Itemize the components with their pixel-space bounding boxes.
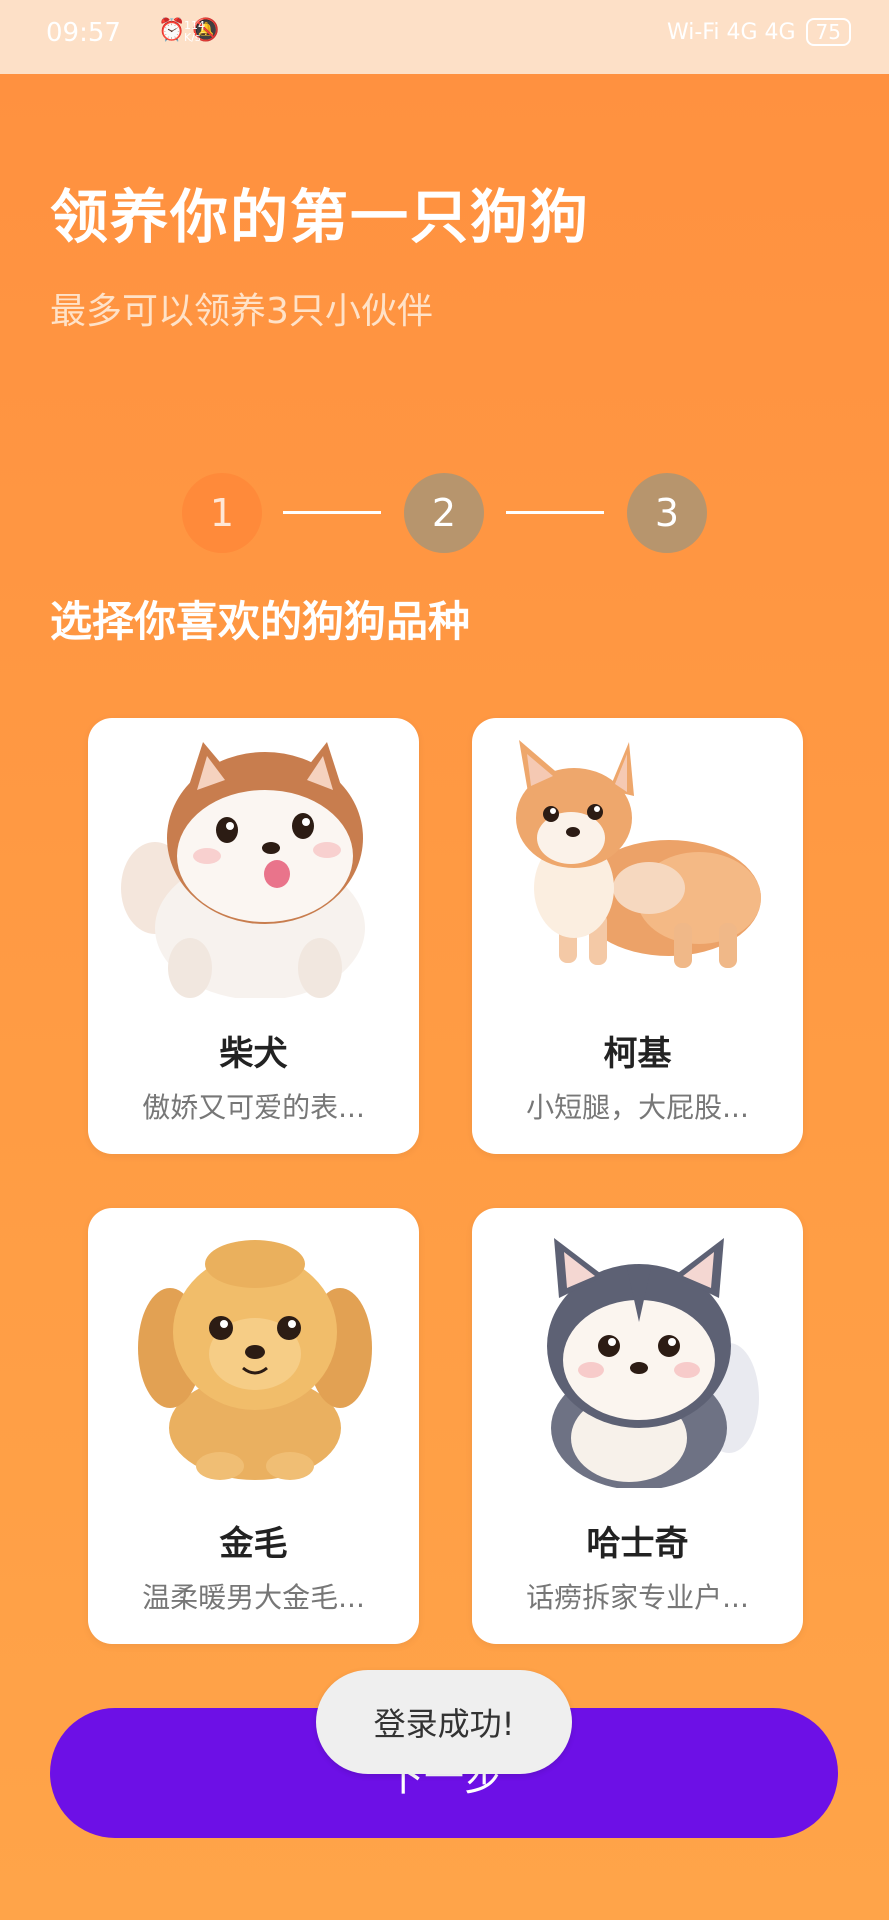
status-time: 09:57	[46, 18, 121, 48]
breed-card-corgi[interactable]: 柯基 小短腿，大屁股...	[472, 718, 803, 1154]
network-speed: 114 K/s	[184, 19, 205, 44]
page-title: 领养你的第一只狗狗	[50, 183, 591, 251]
signal-icons: Wi‑Fi 4G 4G	[666, 19, 796, 45]
breed-desc: 傲娇又可爱的表...	[142, 1091, 365, 1124]
breed-desc: 小短腿，大屁股...	[526, 1091, 749, 1124]
breed-name: 哈士奇	[586, 1524, 689, 1564]
breed-card-husky[interactable]: 哈士奇 话痨拆家专业户...	[472, 1208, 803, 1644]
step-connector	[283, 511, 381, 514]
breed-card-golden[interactable]: 金毛 温柔暖男大金毛...	[88, 1208, 419, 1644]
status-bar: 09:57 ⏰ 🔕 114 K/s Wi‑Fi 4G 4G 75	[0, 0, 889, 74]
toast-message: 登录成功!	[316, 1670, 572, 1774]
breed-name: 柴犬	[219, 1034, 288, 1074]
shiba-dog-image	[121, 742, 365, 998]
breed-name: 金毛	[219, 1524, 288, 1564]
section-title: 选择你喜欢的狗狗品种	[50, 597, 471, 646]
page-subtitle: 最多可以领养3只小伙伴	[50, 291, 433, 332]
breed-desc: 话痨拆家专业户...	[526, 1581, 749, 1614]
step-1: 1	[182, 473, 262, 553]
breed-desc: 温柔暖男大金毛...	[142, 1581, 365, 1614]
breed-name: 柯基	[603, 1034, 672, 1074]
step-2: 2	[404, 473, 484, 553]
corgi-dog-image	[516, 740, 761, 968]
battery-icon: 75	[805, 18, 851, 46]
breed-card-shiba[interactable]: 柴犬 傲娇又可爱的表...	[88, 718, 419, 1154]
golden-dog-image	[138, 1240, 372, 1480]
husky-dog-image	[547, 1238, 759, 1488]
step-connector	[506, 511, 604, 514]
status-right: Wi‑Fi 4G 4G 75	[667, 18, 851, 46]
step-3: 3	[627, 473, 707, 553]
